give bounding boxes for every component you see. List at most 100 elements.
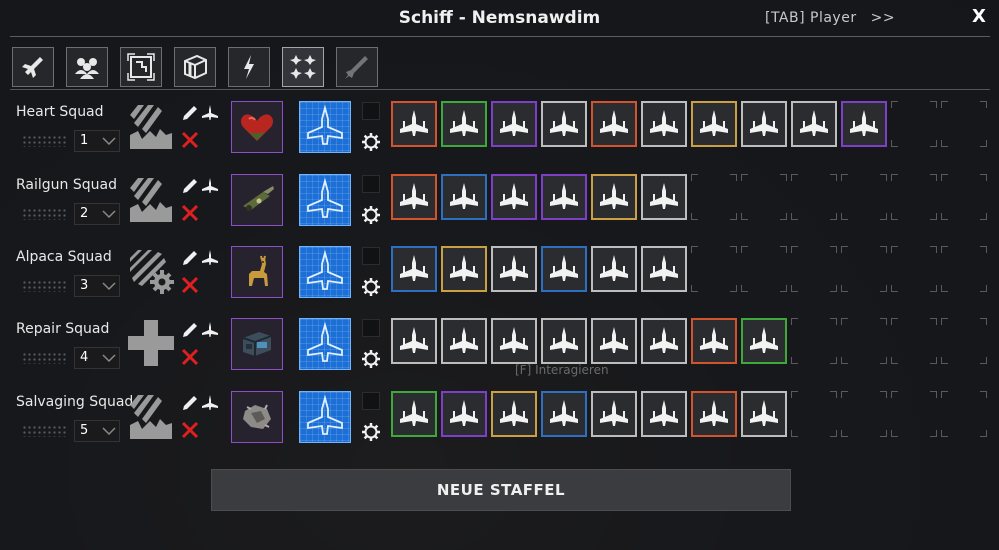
switch-to-player-link[interactable]: [TAB] Player >> — [765, 10, 895, 26]
empty-fighter-slot[interactable] — [941, 246, 987, 292]
squad-settings-button[interactable] — [361, 277, 381, 297]
squad-order-button[interactable] — [126, 174, 176, 224]
empty-fighter-slot[interactable] — [841, 318, 887, 364]
empty-fighter-slot[interactable] — [891, 174, 937, 220]
squad-cargo-slot[interactable] — [231, 246, 283, 298]
empty-fighter-slot[interactable] — [841, 391, 887, 437]
squad-cargo-slot[interactable] — [231, 318, 283, 370]
fighter-slot[interactable] — [641, 246, 687, 292]
rename-squad-button[interactable] — [181, 177, 199, 195]
fighter-slot[interactable] — [691, 391, 737, 437]
fighter-slot[interactable] — [691, 318, 737, 364]
squad-number-select[interactable]: 1 — [74, 130, 120, 152]
empty-fighter-slot[interactable] — [791, 391, 837, 437]
fighter-blueprint-button[interactable] — [299, 391, 351, 443]
empty-fighter-slot[interactable] — [891, 246, 937, 292]
fighter-slot[interactable] — [441, 318, 487, 364]
fighter-slot[interactable] — [541, 174, 587, 220]
squad-checkbox[interactable] — [362, 102, 380, 120]
fighter-slot[interactable] — [841, 101, 887, 147]
tab-torpedoes[interactable] — [336, 47, 378, 87]
fighter-slot[interactable] — [541, 246, 587, 292]
tab-energy[interactable] — [228, 47, 270, 87]
fighter-slot[interactable] — [591, 318, 637, 364]
fighter-slot[interactable] — [641, 101, 687, 147]
empty-fighter-slot[interactable] — [941, 101, 987, 147]
close-button[interactable]: X — [972, 6, 986, 27]
empty-fighter-slot[interactable] — [941, 318, 987, 364]
squad-cargo-slot[interactable] — [231, 174, 283, 226]
add-fighter-button[interactable] — [201, 321, 219, 339]
empty-fighter-slot[interactable] — [891, 318, 937, 364]
fighter-slot[interactable] — [741, 318, 787, 364]
fighter-slot[interactable] — [391, 391, 437, 437]
squad-name[interactable]: Repair Squad — [16, 321, 109, 337]
delete-squad-button[interactable] — [181, 348, 199, 366]
empty-fighter-slot[interactable] — [841, 246, 887, 292]
fighter-slot[interactable] — [791, 101, 837, 147]
drag-handle[interactable] — [22, 280, 66, 292]
rename-squad-button[interactable] — [181, 104, 199, 122]
squad-name[interactable]: Salvaging Squad — [16, 394, 133, 410]
squad-name[interactable]: Heart Squad — [16, 104, 104, 120]
fighter-slot[interactable] — [491, 246, 537, 292]
empty-fighter-slot[interactable] — [841, 174, 887, 220]
fighter-blueprint-button[interactable] — [299, 101, 351, 153]
fighter-slot[interactable] — [491, 174, 537, 220]
squad-cargo-slot[interactable] — [231, 101, 283, 153]
squad-number-select[interactable]: 4 — [74, 347, 120, 369]
empty-fighter-slot[interactable] — [941, 174, 987, 220]
squad-number-select[interactable]: 5 — [74, 420, 120, 442]
drag-handle[interactable] — [22, 135, 66, 147]
squad-checkbox[interactable] — [362, 175, 380, 193]
fighter-slot[interactable] — [591, 101, 637, 147]
squad-number-select[interactable]: 2 — [74, 203, 120, 225]
fighter-slot[interactable] — [391, 174, 437, 220]
drag-handle[interactable] — [22, 425, 66, 437]
fighter-slot[interactable] — [441, 174, 487, 220]
fighter-slot[interactable] — [541, 101, 587, 147]
fighter-slot[interactable] — [441, 101, 487, 147]
rename-squad-button[interactable] — [181, 394, 199, 412]
empty-fighter-slot[interactable] — [791, 174, 837, 220]
fighter-slot[interactable] — [591, 174, 637, 220]
empty-fighter-slot[interactable] — [691, 174, 737, 220]
delete-squad-button[interactable] — [181, 131, 199, 149]
squad-checkbox[interactable] — [362, 319, 380, 337]
squad-settings-button[interactable] — [361, 132, 381, 152]
tab-squads[interactable] — [282, 47, 324, 87]
empty-fighter-slot[interactable] — [941, 391, 987, 437]
drag-handle[interactable] — [22, 352, 66, 364]
add-fighter-button[interactable] — [201, 394, 219, 412]
tab-cargo[interactable] — [174, 47, 216, 87]
tab-ship[interactable] — [12, 47, 54, 87]
fighter-blueprint-button[interactable] — [299, 246, 351, 298]
squad-name[interactable]: Railgun Squad — [16, 177, 117, 193]
fighter-slot[interactable] — [441, 391, 487, 437]
fighter-slot[interactable] — [741, 101, 787, 147]
fighter-slot[interactable] — [591, 246, 637, 292]
squad-cargo-slot[interactable] — [231, 391, 283, 443]
fighter-slot[interactable] — [491, 101, 537, 147]
fighter-slot[interactable] — [391, 101, 437, 147]
tab-blueprint[interactable] — [120, 47, 162, 87]
squad-order-button[interactable] — [126, 101, 176, 151]
squad-name[interactable]: Alpaca Squad — [16, 249, 112, 265]
fighter-slot[interactable] — [391, 246, 437, 292]
empty-fighter-slot[interactable] — [741, 174, 787, 220]
rename-squad-button[interactable] — [181, 321, 199, 339]
rename-squad-button[interactable] — [181, 249, 199, 267]
new-squad-button[interactable]: NEUE STAFFEL — [211, 469, 791, 511]
add-fighter-button[interactable] — [201, 104, 219, 122]
delete-squad-button[interactable] — [181, 204, 199, 222]
fighter-slot[interactable] — [541, 318, 587, 364]
squad-order-button[interactable] — [126, 246, 176, 296]
fighter-slot[interactable] — [491, 318, 537, 364]
fighter-slot[interactable] — [641, 174, 687, 220]
empty-fighter-slot[interactable] — [891, 101, 937, 147]
fighter-slot[interactable] — [391, 318, 437, 364]
empty-fighter-slot[interactable] — [791, 318, 837, 364]
squad-checkbox[interactable] — [362, 392, 380, 410]
delete-squad-button[interactable] — [181, 276, 199, 294]
fighter-slot[interactable] — [691, 101, 737, 147]
